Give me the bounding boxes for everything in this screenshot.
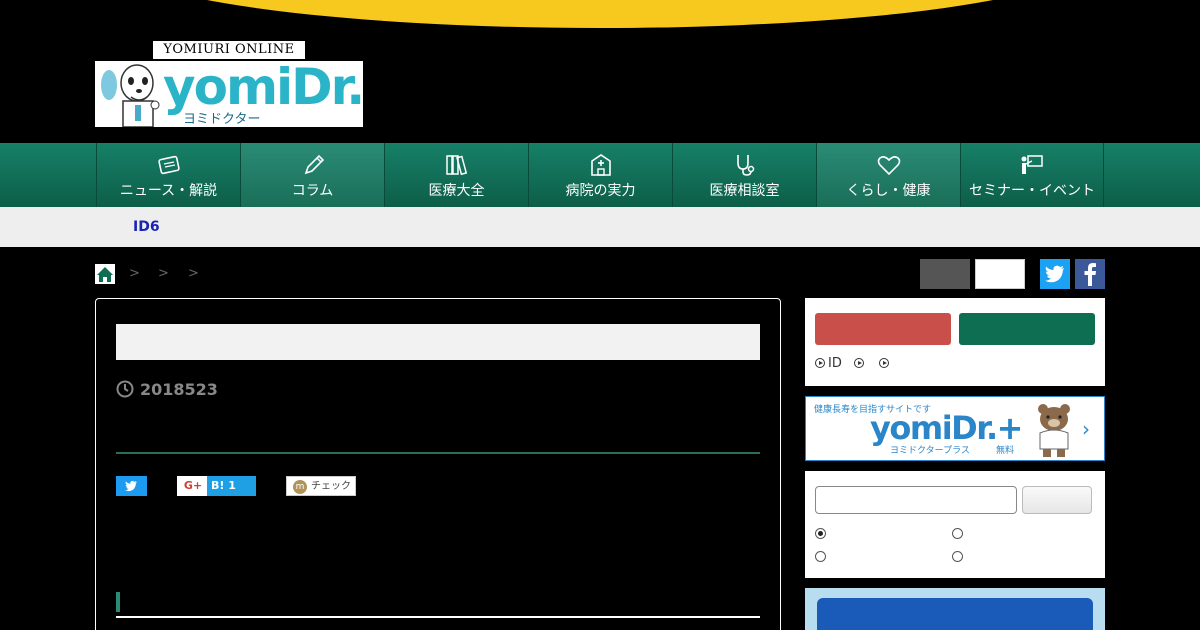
font-size-small-button[interactable] <box>920 259 970 289</box>
search-input[interactable] <box>815 486 1017 514</box>
nav-label: 医療相談室 <box>709 183 780 199</box>
seminar-icon <box>1021 155 1043 174</box>
clock-icon <box>116 380 134 398</box>
ad-banner[interactable] <box>805 588 1105 630</box>
share-mixi-button[interactable]: m チェック <box>286 476 356 496</box>
article-date: 2018523 <box>116 379 218 401</box>
twitter-icon <box>1045 265 1064 283</box>
login-panel: ID <box>805 298 1105 386</box>
breadcrumb-separator: > <box>188 266 199 281</box>
search-panel <box>805 471 1105 578</box>
share-hatena-button[interactable]: B! 1 <box>207 476 256 496</box>
heart-icon <box>877 156 900 176</box>
logo-box: yomiDr. ヨミドクター <box>95 58 365 127</box>
twitter-button[interactable] <box>1040 259 1070 289</box>
banner-brand: yomiDr.+ <box>870 409 1023 447</box>
yomidr-plus-banner[interactable]: 健康長寿を目指すサイトです yomiDr.+ ヨミドクタープラス 無料 › <box>805 396 1105 461</box>
pencil-icon <box>304 154 324 175</box>
banner-free-label: 無料 <box>996 446 1015 456</box>
share-twitter-button[interactable] <box>116 476 147 496</box>
dog-mascot-icon <box>101 64 160 127</box>
books-icon <box>445 155 467 176</box>
share-mixi-label: チェック <box>311 481 351 492</box>
hospital-icon <box>590 154 611 176</box>
nav-item-news[interactable]: ニュース・解説 <box>96 143 240 207</box>
search-scope-radio[interactable] <box>952 528 963 539</box>
banner-kana: ヨミドクタープラス <box>890 446 970 456</box>
mixi-icon: m <box>293 480 307 494</box>
register-button[interactable] <box>959 313 1095 345</box>
nav-label: ニュース・解説 <box>119 183 218 199</box>
article-date-text: 2018523 <box>140 380 218 399</box>
nav-item-hospital[interactable]: 病院の実力 <box>528 143 672 207</box>
bear-mascot-icon <box>1038 404 1070 457</box>
subbar-id-link[interactable]: ID6 <box>133 219 160 235</box>
stethoscope-icon <box>736 155 754 176</box>
breadcrumb-separator: > <box>158 266 169 281</box>
search-button[interactable] <box>1022 486 1092 514</box>
login-button[interactable] <box>815 313 951 345</box>
breadcrumb-separator: > <box>129 266 140 281</box>
yomiuri-online-label: YOMIURI ONLINE <box>153 41 305 59</box>
font-size-large-button[interactable] <box>975 259 1025 289</box>
login-links: ID <box>815 356 892 372</box>
article-card: 2018523 G+ B! 1 m チェック <box>95 298 781 630</box>
sub-bar: ID6 <box>0 207 1200 247</box>
ad-banner-inner <box>817 598 1093 630</box>
section-heading-marker <box>116 592 120 612</box>
divider <box>116 616 760 618</box>
header-yellow-arc <box>114 0 1086 28</box>
site-logo[interactable]: YOMIURI ONLINE yomiDr. ヨミドクター <box>95 41 365 127</box>
newspaper-icon <box>157 155 180 175</box>
nav-label: セミナー・イベント <box>969 183 1095 199</box>
nav-item-column[interactable]: コラム <box>240 143 384 207</box>
nav-item-consultation[interactable]: 医療相談室 <box>672 143 816 207</box>
nav-item-seminar[interactable]: セミナー・イベント <box>960 143 1104 207</box>
main-nav: ニュース・解説 コラム 医療大全 病院の実力 医療相談室 くらし・健康 セミナー… <box>0 143 1200 207</box>
divider <box>116 452 760 454</box>
home-icon[interactable] <box>95 264 115 284</box>
search-scope-radio[interactable] <box>952 551 963 562</box>
chevron-right-icon: › <box>1082 417 1090 441</box>
nav-label: 医療大全 <box>428 183 485 199</box>
arrow-circle-icon[interactable] <box>878 358 889 368</box>
facebook-icon <box>1084 263 1096 286</box>
nav-item-encyclopedia[interactable]: 医療大全 <box>384 143 528 207</box>
twitter-icon <box>125 480 137 492</box>
nav-item-lifestyle[interactable]: くらし・健康 <box>816 143 960 207</box>
arrow-circle-icon[interactable] <box>853 358 864 368</box>
login-link-id[interactable]: ID <box>828 356 842 371</box>
article-title-box <box>116 324 760 360</box>
yomidr-logo-kana: ヨミドクター <box>183 112 261 127</box>
share-google-button[interactable]: G+ <box>177 476 209 496</box>
search-scope-radio[interactable] <box>815 528 826 539</box>
nav-label: コラム <box>291 183 334 199</box>
arrow-circle-icon <box>815 358 825 368</box>
search-scope-radio[interactable] <box>815 551 826 562</box>
facebook-button[interactable] <box>1075 259 1105 289</box>
yomidr-logo-text: yomiDr. <box>163 58 365 116</box>
nav-label: くらし・健康 <box>846 183 931 199</box>
nav-label: 病院の実力 <box>565 183 636 199</box>
